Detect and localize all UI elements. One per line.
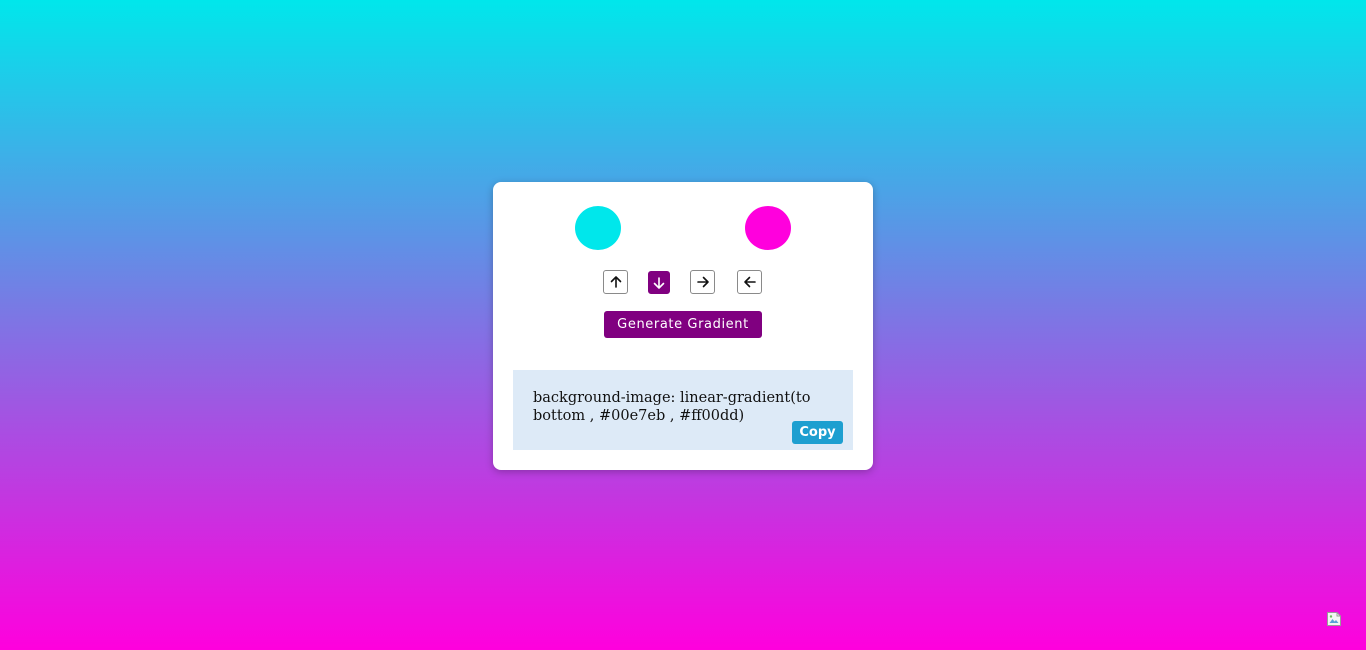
direction-left-button[interactable]	[737, 270, 762, 294]
direction-up-button[interactable]	[603, 270, 628, 294]
arrow-down-icon	[653, 276, 665, 289]
css-output-text: background-image: linear-gradient(to bot…	[533, 390, 811, 424]
generate-gradient-button[interactable]: Generate Gradient	[604, 311, 762, 338]
arrow-right-icon	[696, 276, 709, 288]
arrow-left-icon	[743, 276, 756, 288]
css-output-box: background-image: linear-gradient(to bot…	[513, 370, 853, 450]
broken-image-icon	[1327, 612, 1341, 626]
end-color-picker[interactable]	[745, 206, 791, 250]
start-color-picker[interactable]	[575, 206, 621, 250]
direction-down-button[interactable]	[648, 271, 670, 294]
arrow-up-icon	[610, 276, 621, 288]
direction-right-button[interactable]	[690, 270, 715, 294]
copy-button[interactable]: Copy	[792, 421, 843, 444]
gradient-generator-card: Generate Gradient background-image: line…	[493, 182, 873, 470]
